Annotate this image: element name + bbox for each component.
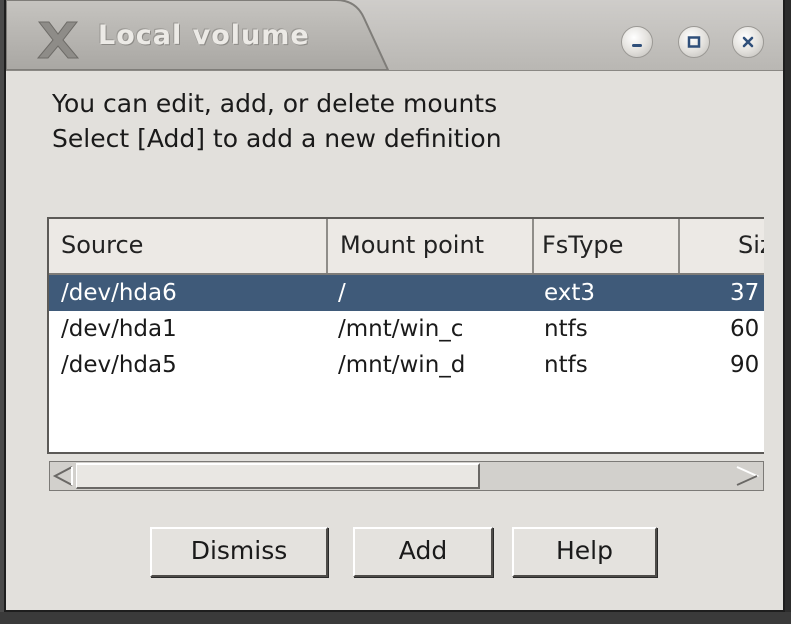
column-header-mount-point[interactable]: Mount point	[328, 219, 534, 273]
cell-size: 90	[730, 352, 760, 378]
title-bar[interactable]: Local volume	[6, 0, 783, 71]
help-button[interactable]: Help	[512, 527, 657, 577]
window-title: Local volume	[98, 20, 310, 51]
horizontal-scrollbar[interactable]	[49, 461, 764, 491]
cell-fstype: ntfs	[544, 352, 588, 378]
list-header: Source Mount point FsType Siz	[49, 219, 764, 275]
table-row[interactable]: /dev/hda6 / ext3 37	[49, 275, 764, 311]
window-right-edge	[785, 0, 791, 624]
list-rows: /dev/hda6 / ext3 37 /dev/hda1 /mnt/win_c…	[49, 275, 764, 383]
cell-mount-point: /	[338, 280, 346, 306]
cell-fstype: ntfs	[544, 316, 588, 342]
scrollbar-thumb[interactable]	[76, 463, 480, 489]
x-logo-icon	[36, 20, 80, 60]
cell-fstype: ext3	[544, 280, 596, 306]
column-header-source[interactable]: Source	[49, 219, 328, 273]
cell-size: 60	[730, 316, 760, 342]
cell-size: 37	[730, 280, 760, 306]
add-button[interactable]: Add	[353, 527, 493, 577]
cell-mount-point: /mnt/win_d	[338, 352, 466, 378]
cell-source: /dev/hda6	[61, 280, 177, 306]
scroll-right-arrow-icon[interactable]	[733, 464, 761, 488]
cell-source: /dev/hda5	[61, 352, 177, 378]
close-button[interactable]	[732, 26, 764, 58]
close-icon	[740, 34, 756, 50]
column-header-fstype[interactable]: FsType	[534, 219, 680, 273]
instruction-line-1: You can edit, add, or delete mounts	[52, 89, 498, 118]
instructions: You can edit, add, or delete mounts Sele…	[52, 86, 752, 156]
mounts-list[interactable]: Source Mount point FsType Siz /dev/hda6 …	[47, 217, 764, 454]
table-row[interactable]: /dev/hda5 /mnt/win_d ntfs 90	[49, 347, 764, 383]
minimize-icon	[629, 34, 645, 50]
column-header-size[interactable]: Siz	[680, 219, 764, 273]
cell-source: /dev/hda1	[61, 316, 177, 342]
table-row[interactable]: /dev/hda1 /mnt/win_c ntfs 60	[49, 311, 764, 347]
maximize-icon	[686, 34, 702, 50]
cell-mount-point: /mnt/win_c	[338, 316, 464, 342]
instruction-line-2: Select [Add] to add a new definition	[52, 124, 502, 153]
minimize-button[interactable]	[621, 26, 653, 58]
scroll-left-arrow-icon[interactable]	[52, 464, 76, 488]
window-bottom-edge	[0, 612, 791, 624]
maximize-button[interactable]	[678, 26, 710, 58]
dismiss-button[interactable]: Dismiss	[150, 527, 328, 577]
